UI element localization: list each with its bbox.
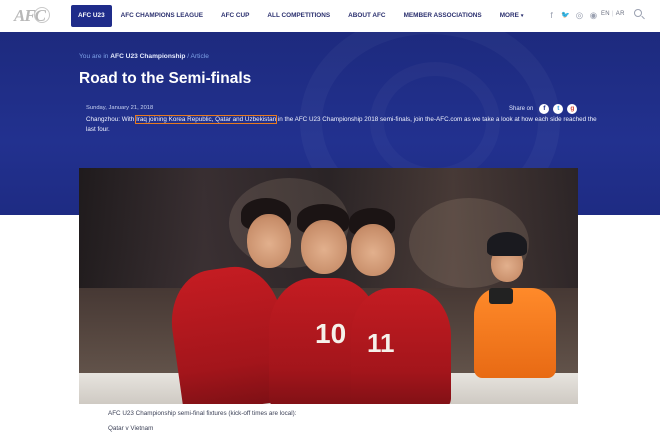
main-menu: AFC U23 AFC CHAMPIONS LEAGUE AFC CUP ALL… xyxy=(71,5,532,27)
share-bar: Share on f t g xyxy=(509,104,578,114)
top-navigation: AFC AFC U23 AFC CHAMPIONS LEAGUE AFC CUP… xyxy=(0,0,660,32)
share-facebook-icon[interactable]: f xyxy=(539,104,550,114)
nav-item-afc-u23[interactable]: AFC U23 xyxy=(71,5,112,27)
lead-text-start: Changzhou: With xyxy=(86,116,137,123)
breadcrumb-section[interactable]: AFC U23 Championship xyxy=(110,53,185,60)
twitter-icon[interactable]: 🐦 xyxy=(561,10,570,21)
player-center-head xyxy=(301,220,347,274)
fixture-line: Qatar v Vietnam xyxy=(108,425,154,432)
page: AFC AFC U23 AFC CHAMPIONS LEAGUE AFC CUP… xyxy=(0,0,660,435)
chevron-down-icon: ▾ xyxy=(520,13,524,19)
instagram-icon[interactable]: ◎ xyxy=(575,10,584,21)
lang-en[interactable]: EN xyxy=(601,11,610,17)
nav-item-more[interactable]: MORE ▾ xyxy=(491,5,533,27)
share-twitter-icon[interactable]: t xyxy=(553,104,564,114)
article-photo: 10 11 xyxy=(79,168,578,404)
breadcrumb-prefix: You are in xyxy=(79,53,109,60)
share-label: Share on xyxy=(509,106,534,112)
search-icon[interactable] xyxy=(634,9,646,21)
page-title: Road to the Semi-finals xyxy=(79,70,252,87)
player-right-head xyxy=(351,224,395,276)
nav-item-member-associations[interactable]: MEMBER ASSOCIATIONS xyxy=(395,5,491,27)
lang-ar[interactable]: AR xyxy=(616,11,625,17)
nav-item-all-competitions[interactable]: ALL COMPETITIONS xyxy=(258,5,339,27)
facebook-icon[interactable]: f xyxy=(547,10,556,21)
fixtures-heading: AFC U23 Championship semi-final fixtures… xyxy=(108,410,297,417)
nav-item-about-afc[interactable]: ABOUT AFC xyxy=(339,5,394,27)
lead-highlighted-text: Iraq joining Korea Republic, Qatar and U… xyxy=(134,114,278,125)
player-right-body xyxy=(351,288,451,404)
language-switcher: EN | AR xyxy=(601,11,625,17)
nav-item-afc-champions-league[interactable]: AFC CHAMPIONS LEAGUE xyxy=(112,5,212,27)
social-links: f 🐦 ◎ ◉ xyxy=(547,10,598,21)
jersey-number-right: 11 xyxy=(367,328,395,358)
article-body-background xyxy=(0,404,660,435)
player-left-head xyxy=(247,214,291,268)
share-google-plus-icon[interactable]: g xyxy=(567,104,578,114)
breadcrumb: You are in AFC U23 Championship / Articl… xyxy=(79,53,209,60)
camera-icon xyxy=(489,288,513,304)
search-icon-handle xyxy=(641,15,645,20)
article-date: Sunday, January 21, 2018 xyxy=(86,105,154,111)
photographer-vest xyxy=(474,288,556,378)
nav-item-afc-cup[interactable]: AFC CUP xyxy=(212,5,258,27)
weibo-icon[interactable]: ◉ xyxy=(589,10,598,21)
photographer-beanie xyxy=(487,232,527,256)
jersey-number-center: 10 xyxy=(315,318,347,349)
lang-separator: | xyxy=(611,11,614,17)
nav-item-more-label: MORE xyxy=(499,12,519,19)
breadcrumb-current: / Article xyxy=(187,53,209,60)
article-lead: Changzhou: With Iraq joining Korea Repub… xyxy=(86,114,606,134)
afc-logo[interactable]: AFC xyxy=(14,4,58,28)
logo-ball-icon xyxy=(34,7,50,23)
